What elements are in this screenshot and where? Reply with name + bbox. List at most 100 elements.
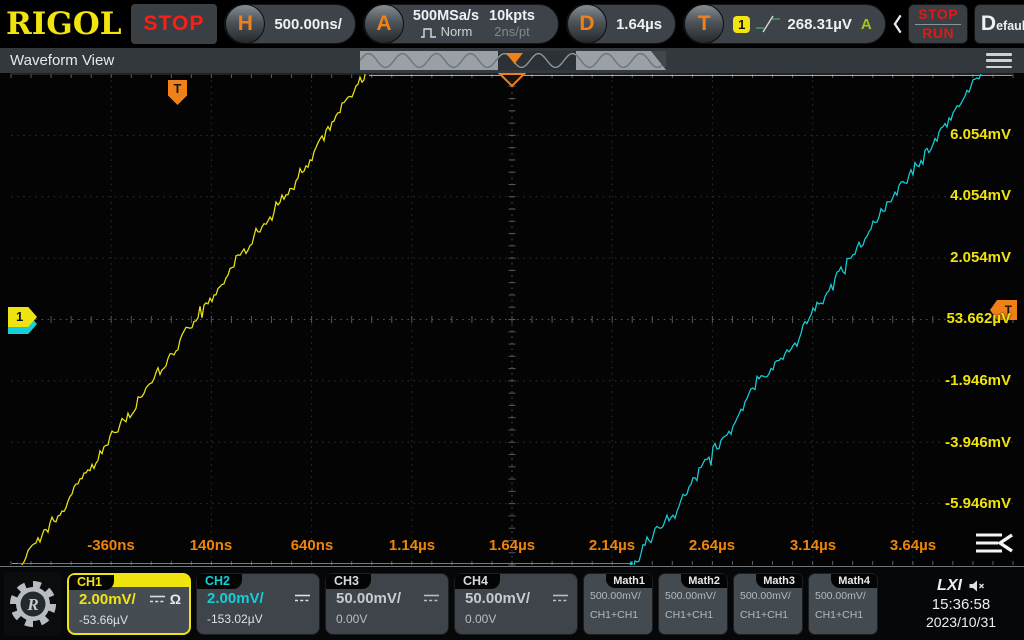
ch1-offset-value: -53.66µV — [79, 613, 181, 627]
voltage-label: -1.946mV — [945, 372, 1011, 389]
voltage-label: 4.054mV — [950, 187, 1011, 204]
pulse-norm-icon — [420, 27, 437, 38]
dc-coupling-icon — [294, 593, 311, 603]
math3-scale-value: 500.00mV/ — [740, 590, 796, 602]
ch3-scale-value: 50.00mV/ — [336, 590, 401, 607]
channel-card-ch3[interactable]: CH3 50.00mV/ 0.00V — [325, 573, 449, 635]
hamburger-menu-icon[interactable] — [986, 53, 1012, 68]
math1-expression: CH1+CH1 — [590, 609, 646, 621]
math-card-math3[interactable]: Math3 500.00mV/ CH1+CH1 — [733, 573, 803, 635]
ch1-scale-value: 2.00mV/ — [79, 591, 136, 608]
default-initial: D — [981, 12, 996, 36]
dc-coupling-icon — [423, 593, 440, 603]
math3-tab: Math3 — [756, 574, 802, 588]
gear-logo-icon: R — [7, 576, 59, 632]
default-rest: efault — [996, 19, 1024, 33]
ch3-tab: CH3 — [326, 574, 371, 589]
voltage-label: 6.054mV — [950, 126, 1011, 143]
math-card-math4[interactable]: Math4 500.00mV/ CH1+CH1 — [808, 573, 878, 635]
delay-value: 1.64µs — [616, 16, 662, 33]
trigger-control[interactable]: T 1 268.31µV A — [683, 4, 886, 44]
ch4-offset-value: 0.00V — [465, 612, 569, 626]
acquisition-control[interactable]: A 500MSa/s Norm 10kpts 2ns/pt — [363, 4, 559, 44]
math2-scale-value: 500.00mV/ — [665, 590, 721, 602]
voltage-label: 2.054mV — [950, 249, 1011, 266]
ch4-scale-value: 50.00mV/ — [465, 590, 530, 607]
waveform-overview-scrollbar[interactable] — [360, 51, 666, 70]
math1-tab: Math1 — [606, 574, 652, 588]
default-button[interactable]: Default — [974, 4, 1024, 44]
ch3-offset-value: 0.00V — [336, 612, 440, 626]
rigol-logo: RIGOL — [6, 9, 122, 40]
system-time: 15:36:58 — [932, 596, 990, 613]
voltage-label: -5.946mV — [945, 495, 1011, 512]
time-label: 1.14µs — [367, 537, 457, 554]
math1-scale-value: 500.00mV/ — [590, 590, 646, 602]
channel-status-bar: R CH1 2.00mV/ Ω -53.66µV CH2 — [0, 567, 1024, 640]
math4-scale-value: 500.00mV/ — [815, 590, 871, 602]
trace-ch1 — [10, 73, 376, 566]
time-label: 3.64µs — [868, 537, 958, 554]
math-card-math2[interactable]: Math2 500.00mV/ CH1+CH1 — [658, 573, 728, 635]
horizontal-reference-marker[interactable] — [498, 73, 526, 88]
trigger-level-value: 268.31µV — [787, 16, 852, 33]
page-title: Waveform View — [10, 52, 114, 69]
voltage-label: 53.662µV — [946, 310, 1011, 327]
horizontal-scale-value: 500.00ns/ — [274, 16, 342, 33]
math4-tab: Math4 — [831, 574, 877, 588]
ch1-impedance-label: Ω — [170, 591, 181, 607]
channel-card-ch2[interactable]: CH2 2.00mV/ -153.02µV — [196, 573, 320, 635]
time-label: 640ns — [267, 537, 357, 554]
rigol-gear-logo-button[interactable]: R — [4, 572, 62, 636]
dc-coupling-icon — [149, 594, 166, 604]
status-panel[interactable]: LXI 15:36:58 2023/10/31 — [902, 571, 1020, 637]
memory-depth: 10kpts 2ns/pt — [489, 8, 535, 40]
math4-expression: CH1+CH1 — [815, 609, 871, 621]
time-label: 2.14µs — [567, 537, 657, 554]
chevron-left-icon[interactable] — [893, 13, 903, 35]
time-label: 2.64µs — [667, 537, 757, 554]
sample-rate-value: 500MSa/s — [413, 8, 479, 25]
horizontal-scale-control[interactable]: H 500.00ns/ — [224, 4, 356, 44]
stop-run-stop-label: STOP — [915, 6, 961, 25]
time-label: 140ns — [166, 537, 256, 554]
time-label: -360ns — [66, 537, 156, 554]
time-label: 3.14µs — [768, 537, 858, 554]
time-label: 1.64µs — [467, 537, 557, 554]
ch2-offset-value: -153.02µV — [207, 612, 311, 626]
dc-coupling-icon — [552, 593, 569, 603]
horizontal-knob-icon[interactable]: H — [225, 4, 265, 44]
trigger-slope-icon — [755, 14, 781, 34]
top-toolbar: RIGOL STOP H 500.00ns/ A 500MSa/s Norm 1… — [0, 0, 1024, 48]
acquisition-mode-label: Norm — [441, 25, 473, 40]
trigger-source-badge: 1 — [733, 16, 750, 33]
ch2-tab: CH2 — [197, 574, 242, 589]
toolbar-button-cluster: STOP RUN Default Measure — [893, 4, 1024, 44]
stop-run-button[interactable]: STOP RUN — [908, 4, 968, 44]
graticule-and-traces — [0, 73, 1024, 566]
trigger-delay-control[interactable]: D 1.64µs — [566, 4, 676, 44]
trigger-knob-icon[interactable]: T — [684, 4, 724, 44]
svg-text:R: R — [26, 595, 38, 614]
lxi-label: LXI — [937, 577, 962, 595]
stop-run-run-label: RUN — [922, 25, 954, 42]
acquisition-rate-mode: 500MSa/s Norm — [413, 8, 479, 40]
system-date: 2023/10/31 — [926, 614, 996, 630]
acquisition-knob-icon[interactable]: A — [364, 4, 404, 44]
math-card-math1[interactable]: Math1 500.00mV/ CH1+CH1 — [583, 573, 653, 635]
oscilloscope-screen: RIGOL STOP H 500.00ns/ A 500MSa/s Norm 1… — [0, 0, 1024, 640]
voltage-label: -3.946mV — [945, 434, 1011, 451]
channel-card-ch4[interactable]: CH4 50.00mV/ 0.00V — [454, 573, 578, 635]
collapse-menu-icon[interactable] — [974, 531, 1014, 557]
math3-expression: CH1+CH1 — [740, 609, 796, 621]
waveform-view-titlebar: Waveform View — [0, 48, 1024, 73]
ch4-tab: CH4 — [455, 574, 500, 589]
channel-card-ch1[interactable]: CH1 2.00mV/ Ω -53.66µV — [67, 573, 191, 635]
run-state-button[interactable]: STOP — [131, 4, 218, 44]
ch2-scale-value: 2.00mV/ — [207, 590, 264, 607]
math2-expression: CH1+CH1 — [665, 609, 721, 621]
ch1-tab: CH1 — [69, 575, 114, 590]
waveform-display-area[interactable]: T 1 T 6.054mV 4.054mV 2.054mV 53.662µV -… — [0, 73, 1024, 567]
mem-depth-value: 10kpts — [489, 8, 535, 25]
delay-knob-icon[interactable]: D — [567, 4, 607, 44]
